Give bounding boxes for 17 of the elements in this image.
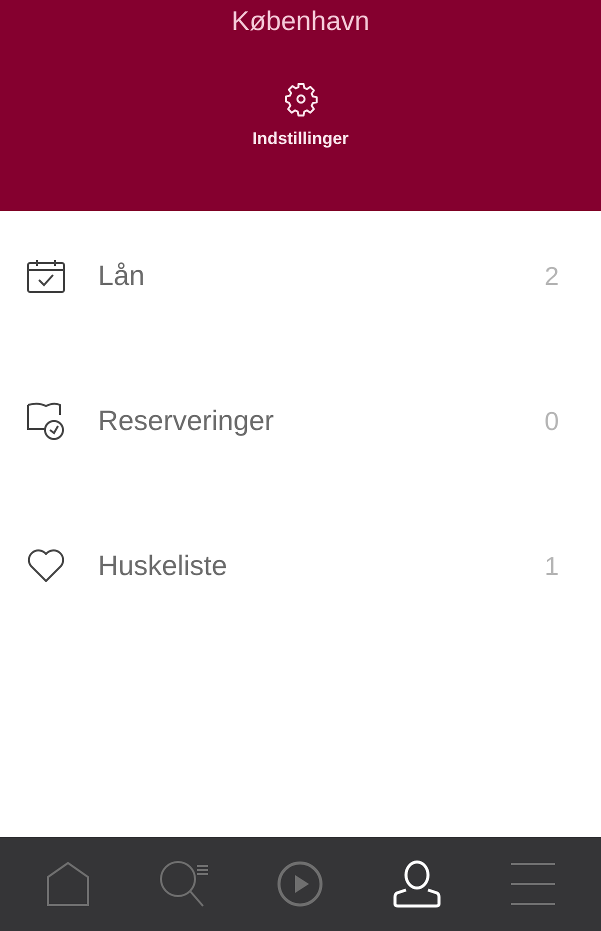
play-icon — [276, 860, 324, 908]
header-title: København — [231, 6, 370, 37]
book-clock-icon — [26, 401, 66, 441]
menu-item-label[interactable]: Huskeliste — [98, 550, 545, 582]
home-icon — [46, 861, 90, 907]
calendar-check-icon — [26, 258, 66, 294]
menu-icon — [508, 862, 557, 906]
item-count: 2 — [544, 260, 559, 292]
user-icon — [392, 860, 441, 908]
search-icon — [159, 860, 210, 908]
settings-button[interactable]: Indstillinger — [252, 81, 349, 149]
settings-icon — [282, 81, 318, 117]
menu-item-label[interactable]: Reserveringer — [98, 405, 545, 437]
item-count: 1 — [544, 550, 559, 582]
menu-item-label[interactable]: Lån — [98, 260, 545, 292]
heart-icon — [26, 548, 66, 584]
item-count: 0 — [544, 406, 559, 436]
